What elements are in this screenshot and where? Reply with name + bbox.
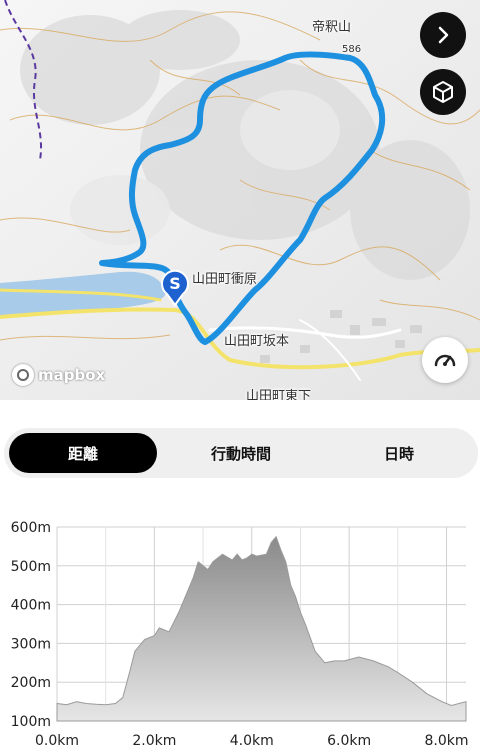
elevation-area [56, 535, 467, 722]
x-tick-label: 4.0km [230, 733, 274, 749]
start-marker[interactable]: S [161, 269, 189, 307]
tab-moving-time[interactable]: 行動時間 [167, 433, 315, 473]
mapbox-logo[interactable]: mapbox [12, 364, 105, 386]
x-tick-label: 2.0km [132, 733, 176, 749]
elevation-chart[interactable]: 600m 500m 400m 300m 200m 100m 0.0km 2.0km 4.0km… [0, 505, 480, 754]
peak-label: 帝釈山 [312, 20, 352, 35]
y-tick-label: 100m [11, 714, 51, 730]
tab-datetime[interactable]: 日時 [325, 433, 473, 473]
cube-icon [433, 81, 453, 103]
x-tick-label: 8.0km [425, 733, 469, 749]
y-tick-label: 400m [11, 598, 51, 614]
x-tick-label: 0.0km [35, 733, 79, 749]
y-tick-label: 200m [11, 675, 51, 691]
town-label-1: 山田町衝原 [192, 272, 258, 287]
y-tick-label: 600m [11, 520, 51, 536]
mapbox-icon [12, 364, 34, 386]
next-button[interactable] [420, 12, 466, 58]
mapbox-label: mapbox [38, 366, 106, 384]
route-map[interactable]: 帝釈山 586 山田町衝原 山田町坂本 山田町東下 S mapbox [0, 0, 480, 400]
start-marker-label: S [169, 274, 181, 293]
chevron-right-icon [438, 26, 449, 44]
tab-distance[interactable]: 距離 [9, 433, 157, 473]
y-tick-label: 300m [11, 636, 51, 652]
town-label-3: 山田町東下 [246, 389, 312, 400]
speedometer-icon [434, 354, 456, 367]
x-tick-label: 6.0km [327, 733, 371, 749]
speed-button[interactable] [422, 337, 468, 383]
elevation-label: 586 [342, 44, 362, 55]
view-3d-button[interactable] [420, 69, 466, 115]
town-label-2: 山田町坂本 [224, 334, 290, 349]
metric-tabs: 距離 行動時間 日時 [4, 428, 478, 478]
y-tick-label: 500m [11, 559, 51, 575]
